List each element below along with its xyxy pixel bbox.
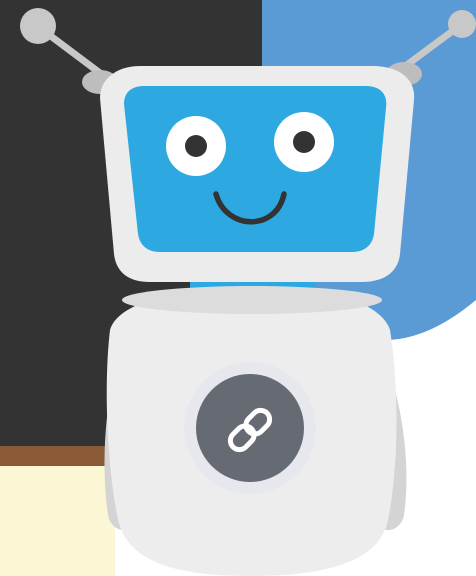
left-eye — [166, 116, 226, 176]
cream-floor — [0, 466, 115, 576]
robot-svg — [0, 0, 476, 576]
brown-stripe — [0, 446, 115, 466]
right-eye — [274, 112, 334, 172]
face-screen — [124, 86, 387, 252]
body-shadow — [122, 286, 382, 314]
robot-illustration — [0, 0, 476, 576]
